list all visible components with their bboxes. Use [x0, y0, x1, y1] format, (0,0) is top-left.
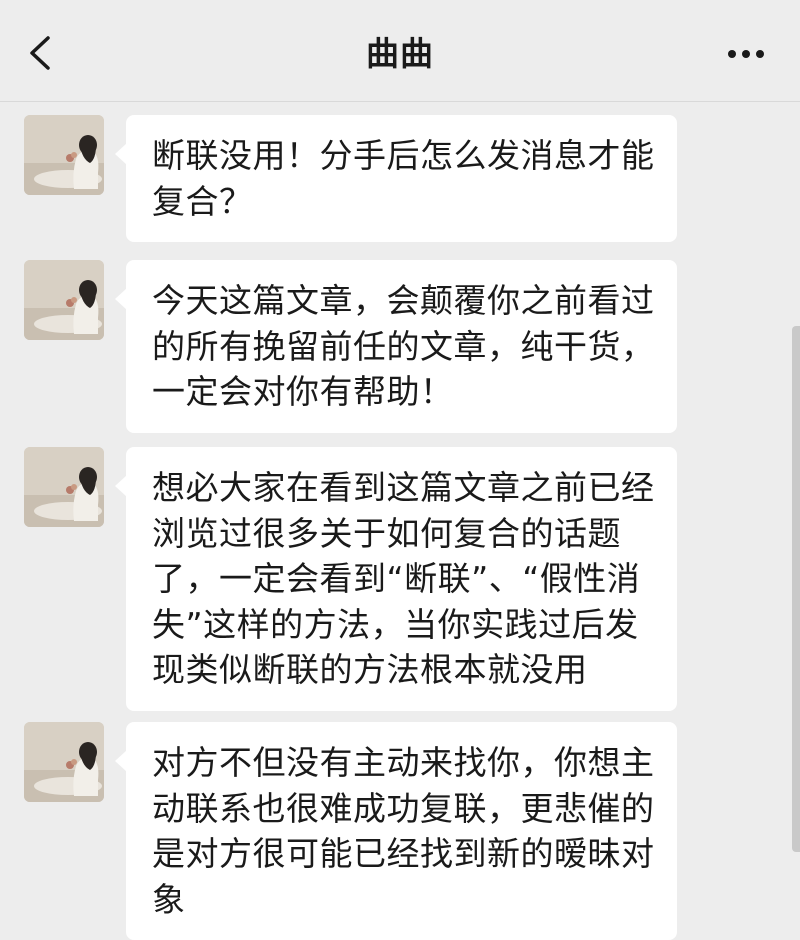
more-dot — [742, 50, 750, 58]
avatar[interactable] — [24, 447, 104, 527]
avatar[interactable] — [24, 115, 104, 195]
chevron-left-icon — [30, 36, 50, 70]
chat-title: 曲曲 — [366, 34, 434, 73]
avatar[interactable] — [24, 722, 104, 802]
scrollbar[interactable] — [792, 326, 800, 852]
avatar[interactable] — [24, 260, 104, 340]
back-button[interactable] — [18, 24, 68, 80]
message-bubble[interactable]: 对方不但没有主动来找你，你想主动联系也很难成功复联，更悲催的是对方很可能已经找到… — [115, 722, 677, 940]
avatar-image — [24, 447, 104, 527]
message-text: 对方不但没有主动来找你，你想主动联系也很难成功复联，更悲催的是对方很可能已经找到… — [152, 743, 655, 919]
more-dots-icon — [728, 50, 736, 58]
message-text: 断联没用！分手后怎么发消息才能复合？ — [152, 136, 655, 221]
avatar-image — [24, 722, 104, 802]
message-bubble[interactable]: 今天这篇文章，会颠覆你之前看过的所有挽留前任的文章，纯干货，一定会对你有帮助！ — [115, 260, 677, 433]
chat-message-list[interactable]: 断联没用！分手后怎么发消息才能复合？ 今天这篇文章，会颠覆你之前看过的所有挽留前… — [0, 103, 800, 940]
more-button[interactable] — [718, 32, 774, 76]
avatar-image — [24, 260, 104, 340]
chat-header: 曲曲 — [0, 0, 800, 102]
message-text: 今天这篇文章，会颠覆你之前看过的所有挽留前任的文章，纯干货，一定会对你有帮助！ — [152, 281, 655, 411]
avatar-image — [24, 115, 104, 195]
message-bubble[interactable]: 想必大家在看到这篇文章之前已经浏览过很多关于如何复合的话题了，一定会看到“断联”… — [115, 447, 677, 711]
more-dot — [756, 50, 764, 58]
message-bubble[interactable]: 断联没用！分手后怎么发消息才能复合？ — [115, 115, 677, 242]
message-text: 想必大家在看到这篇文章之前已经浏览过很多关于如何复合的话题了，一定会看到“断联”… — [152, 468, 655, 689]
